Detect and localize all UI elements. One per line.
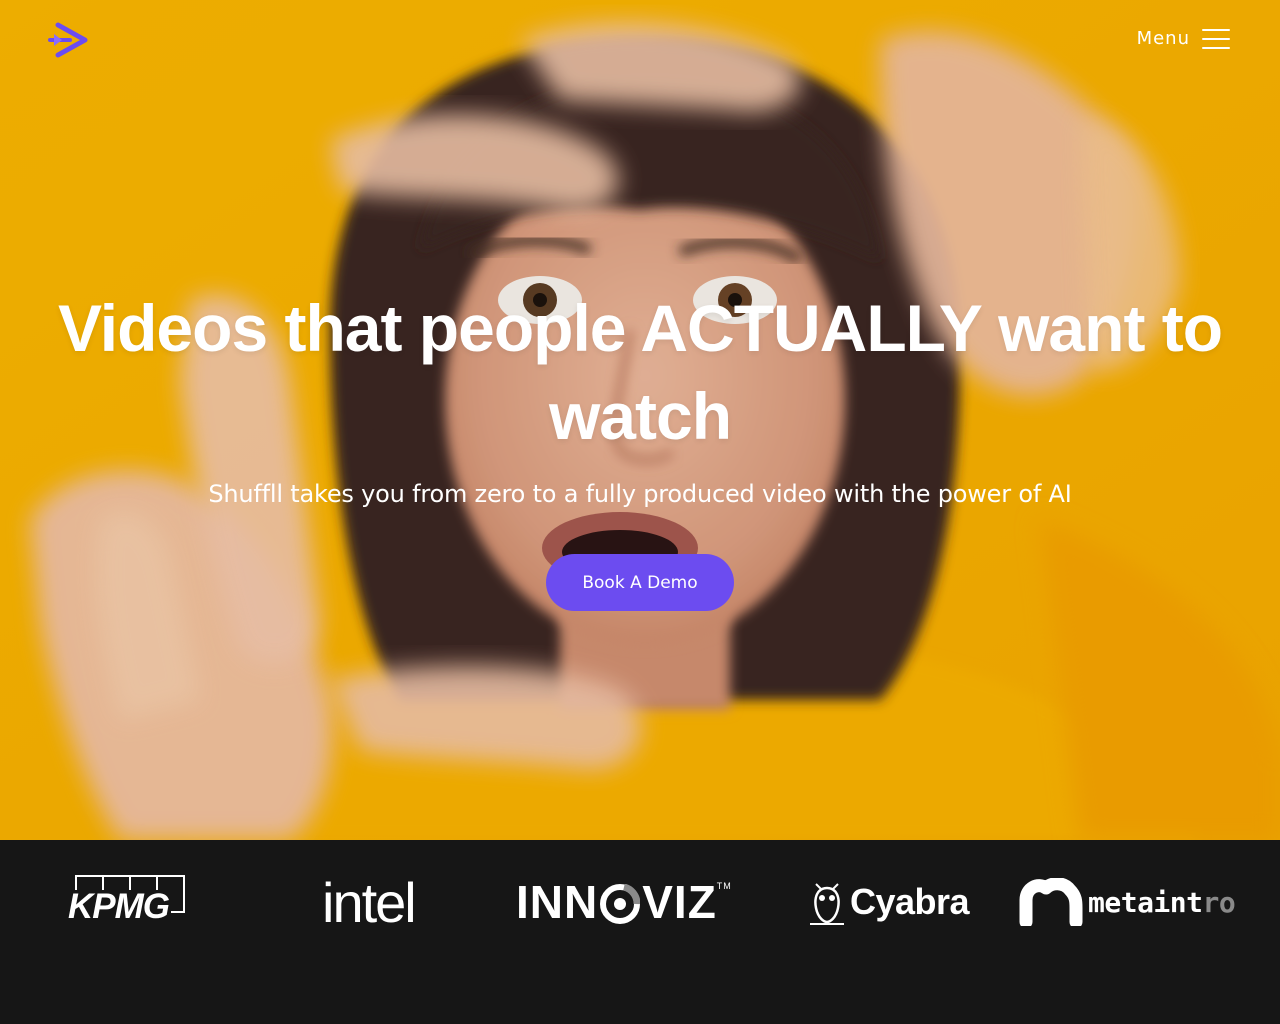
innoviz-eye-icon [600, 884, 641, 924]
menu-label: Menu [1136, 28, 1190, 49]
cyabra-logo-text: Cyabra [850, 881, 970, 922]
metaintro-logo: metaint ro [1018, 872, 1236, 932]
metaintro-logo-text-tail: ro [1202, 885, 1236, 919]
book-demo-button[interactable]: Book A Demo [546, 554, 734, 611]
intel-logo-text: intel [322, 870, 417, 934]
cyabra-logo: Cyabra [808, 872, 970, 932]
innoviz-logo-text-end: VIZ [642, 876, 717, 928]
intel-logo: intel [322, 870, 417, 934]
innoviz-trademark: TM [716, 881, 732, 891]
play-arrow-logo-icon[interactable] [48, 22, 88, 58]
client-logos-strip: KPMG intel INN VIZ TM Cyabra metaint ro [0, 840, 1280, 1024]
hamburger-icon [1202, 28, 1230, 49]
kpmg-logo-text: KPMG [66, 887, 171, 926]
hero-section: Menu Videos that people ACTUALLY want to… [0, 0, 1280, 840]
metaintro-logo-text: metaint [1088, 885, 1203, 919]
owl-icon [810, 883, 844, 925]
menu-button[interactable]: Menu [1137, 28, 1230, 49]
hero-subline: Shuffll takes you from zero to a fully p… [208, 480, 1072, 508]
hero-headline: Videos that people ACTUALLY want to watc… [57, 291, 1223, 453]
innoviz-logo-text-start: INN [516, 876, 599, 928]
kpmg-logo: KPMG [66, 872, 196, 932]
innoviz-logo: INN VIZ TM [516, 872, 732, 932]
metaintro-m-icon [1019, 878, 1083, 926]
